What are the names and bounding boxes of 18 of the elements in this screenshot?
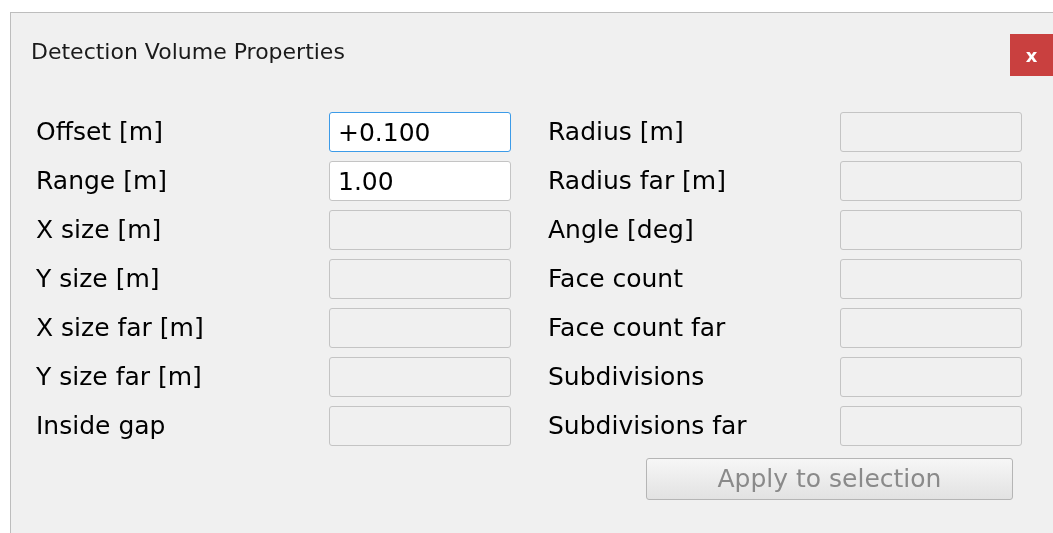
field-label: Radius [m] xyxy=(548,116,685,149)
field-label: Offset [m] xyxy=(36,116,164,149)
field-label: Face count far xyxy=(548,312,727,345)
field-label: Y size far [m] xyxy=(36,361,203,394)
field-label: Range [m] xyxy=(36,165,169,198)
field-label: Subdivisions xyxy=(548,361,706,394)
close-button[interactable]: x xyxy=(1010,34,1053,76)
field-label: X size [m] xyxy=(36,214,163,247)
input-field[interactable]: 1.00 xyxy=(329,161,511,201)
field-label: Face count xyxy=(548,263,684,296)
field-label: Subdivisions far xyxy=(548,410,748,443)
field-label: X size far [m] xyxy=(36,312,205,345)
field-label: Y size [m] xyxy=(36,263,161,296)
field-label: Angle [deg] xyxy=(548,214,695,247)
input-field[interactable]: +0.100 xyxy=(329,112,511,152)
window-title: Detection Volume Properties xyxy=(31,38,345,66)
field-label: Inside gap xyxy=(36,410,167,443)
field-label: Radius far [m] xyxy=(548,165,727,198)
